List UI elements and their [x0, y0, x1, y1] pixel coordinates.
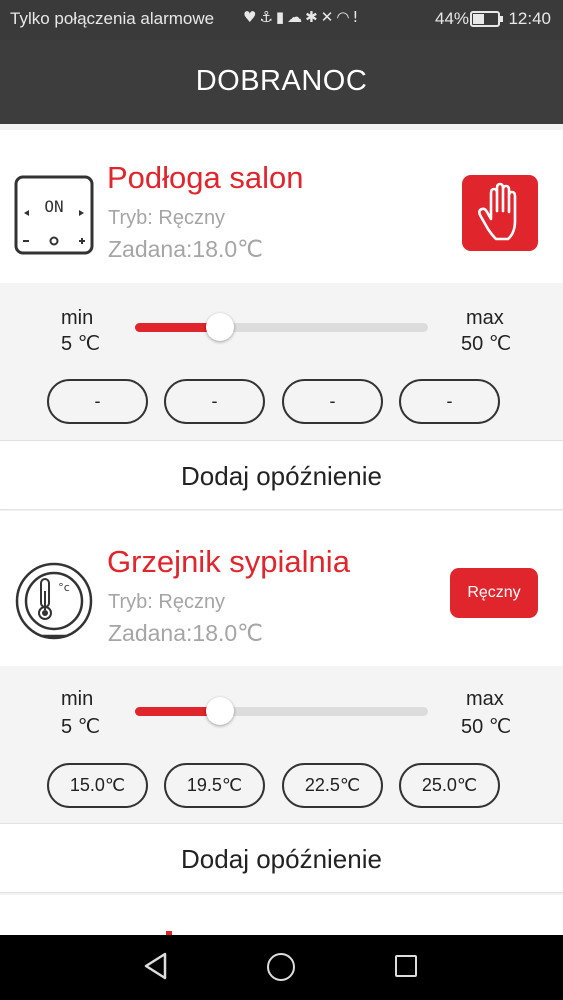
slider-handle[interactable] [206, 697, 234, 725]
battery-icon [470, 11, 503, 27]
heart-monitor-icon: ♥ [243, 8, 260, 26]
preset-button-3[interactable]: 22.5℃ [282, 763, 383, 808]
add-delay-button[interactable]: Dodaj opóźnienie [0, 823, 563, 893]
navigation-bar [0, 935, 563, 1000]
preset-button-2[interactable]: - [164, 379, 265, 424]
setpoint-panel: min 5 ℃ max 50 ℃ - - - - [0, 283, 563, 440]
device-name: Grzejnik sypialnia [107, 544, 350, 579]
device-setpoint: Zadana:18.0℃ [108, 236, 263, 262]
slider-max-label: max [466, 688, 504, 710]
battery-percent: 44% [435, 9, 470, 28]
preset-button-4[interactable]: 25.0℃ [399, 763, 500, 808]
alert-icon: ! [352, 8, 362, 26]
radiator-thermostat-icon: °c [14, 561, 94, 646]
recents-icon[interactable] [395, 955, 417, 977]
slider-max-value: 50 ℃ [461, 333, 512, 355]
device-mode: Tryb: Ręczny [108, 591, 226, 613]
home-icon[interactable] [267, 953, 295, 981]
setpoint-slider[interactable] [135, 697, 428, 725]
slider-min-label: min [61, 688, 94, 710]
setpoint-panel: min 5 ℃ max 50 ℃ 15.0℃ 19.5℃ 22.5℃ 25.0℃ [0, 666, 563, 823]
app-header: DOBRANOC [0, 40, 563, 124]
status-bar: Tylko połączenia alarmowe ♥⚓▮☁✱✕◠! 44% 1… [0, 0, 563, 40]
device-card-partial[interactable] [0, 895, 563, 935]
preset-button-4[interactable]: - [399, 379, 500, 424]
mute-icon: ✕ [320, 8, 337, 26]
floor-thermostat-icon: ON [14, 175, 94, 260]
clock: 12:40 [508, 9, 551, 28]
device-mode: Tryb: Ręczny [108, 207, 226, 229]
setpoint-slider[interactable] [135, 313, 428, 341]
status-icons: ♥⚓▮☁✱✕◠! [243, 8, 361, 26]
wifi-icon: ◠ [336, 8, 353, 26]
device-name: Podłoga salon [107, 160, 304, 195]
thermostat-display: ON [44, 197, 63, 216]
back-icon[interactable] [142, 951, 168, 981]
slider-min-value: 5 ℃ [61, 333, 101, 355]
slider-max-label: max [466, 307, 504, 329]
celsius-text: °c [58, 581, 70, 594]
hand-icon [478, 182, 517, 241]
slider-min-value: 5 ℃ [61, 716, 101, 738]
usb-icon: ⚓ [259, 8, 276, 26]
slider-handle[interactable] [206, 313, 234, 341]
preset-button-1[interactable]: 15.0℃ [47, 763, 148, 808]
page-title: DOBRANOC [195, 65, 368, 97]
preset-button-3[interactable]: - [282, 379, 383, 424]
device-card-podloga-salon[interactable]: ON Podłoga salon Tryb: Ręczny Zadana:18.… [0, 130, 563, 283]
device-card-grzejnik-sypialnia[interactable]: °c Grzejnik sypialnia Tryb: Ręczny Zadan… [0, 511, 563, 666]
manual-mode-button[interactable] [462, 175, 538, 251]
preset-button-1[interactable]: - [47, 379, 148, 424]
carrier-text: Tylko połączenia alarmowe [10, 9, 215, 28]
bluetooth-icon: ✱ [305, 8, 321, 26]
slider-max-value: 50 ℃ [461, 716, 512, 738]
device-setpoint: Zadana:18.0℃ [108, 620, 263, 646]
add-delay-button[interactable]: Dodaj opóźnienie [0, 440, 563, 510]
slider-min-label: min [61, 307, 94, 329]
preset-button-2[interactable]: 19.5℃ [164, 763, 265, 808]
battery-saver-icon: ▮ [275, 8, 288, 26]
mode-button[interactable]: Ręczny [450, 568, 538, 618]
cloud-icon: ☁ [287, 8, 306, 26]
